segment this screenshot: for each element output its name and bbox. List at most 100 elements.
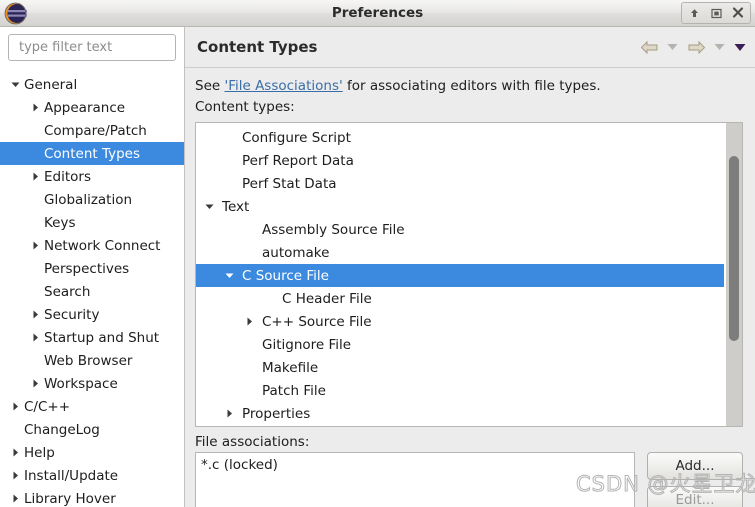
sidebar-item-install-update[interactable]: Install/Update	[0, 464, 184, 487]
content-type-label: Makefile	[262, 359, 319, 376]
sidebar-item-perspectives[interactable]: Perspectives	[0, 257, 184, 280]
content-types-label: Content types:	[195, 99, 295, 115]
table-row[interactable]: Perf Stat Data	[196, 172, 724, 195]
content-type-label: Perf Report Data	[242, 152, 354, 169]
sidebar-item-network-connect[interactable]: Network Connect	[0, 234, 184, 257]
back-arrow-icon[interactable]	[639, 37, 659, 57]
content-type-label: Properties	[242, 405, 311, 422]
sidebar-item-label: Globalization	[44, 191, 133, 208]
main-header: Content Types	[185, 27, 755, 68]
content-types-tree[interactable]: Configure Script Perf Report Data Perf Sta…	[196, 126, 724, 425]
tree-scrollbar-thumb[interactable]	[729, 156, 739, 341]
table-row[interactable]: Assembly Source File	[196, 218, 724, 241]
chevron-right-icon[interactable]	[28, 326, 42, 349]
window-controls	[681, 2, 751, 24]
table-row[interactable]: automake	[196, 241, 724, 264]
sidebar-item-web-browser[interactable]: Web Browser	[0, 349, 184, 372]
table-row[interactable]: Patch File	[196, 379, 724, 402]
chevron-right-icon[interactable]	[28, 372, 42, 395]
twisty-placeholder	[28, 119, 42, 142]
sidebar-item-library-hover[interactable]: Library Hover	[0, 487, 184, 507]
twisty-placeholder	[222, 149, 236, 172]
sidebar-item-label: Workspace	[44, 375, 118, 392]
sidebar-item-globalization[interactable]: Globalization	[0, 188, 184, 211]
sidebar-item-startup-and-shut[interactable]: Startup and Shut	[0, 326, 184, 349]
twisty-placeholder	[28, 142, 42, 165]
content-type-label: Configure Script	[242, 129, 351, 146]
chevron-down-icon[interactable]	[8, 73, 22, 96]
chevron-right-icon[interactable]	[242, 310, 256, 333]
twisty-placeholder	[222, 172, 236, 195]
sidebar-item-keys[interactable]: Keys	[0, 211, 184, 234]
list-item[interactable]: *.c (locked)	[196, 453, 634, 473]
filter-box[interactable]	[8, 34, 184, 61]
sidebar-item-help[interactable]: Help	[0, 441, 184, 464]
content-type-label: C Header File	[282, 290, 372, 307]
chevron-right-icon[interactable]	[8, 487, 22, 507]
preferences-sidebar: General Appearance Compare/Patch Content Ty…	[0, 27, 185, 507]
chevron-right-icon[interactable]	[28, 165, 42, 188]
file-associations-label: File associations:	[195, 434, 310, 450]
description-suffix: for associating editors with file types.	[342, 78, 601, 94]
sidebar-item-content-types[interactable]: Content Types	[0, 142, 184, 165]
search-input[interactable]	[17, 39, 184, 56]
sidebar-item-label: Web Browser	[44, 352, 133, 369]
table-row[interactable]: Configure Script	[196, 126, 724, 149]
chevron-right-icon[interactable]	[222, 402, 236, 425]
table-row[interactable]: Properties	[196, 402, 724, 425]
sidebar-item-appearance[interactable]: Appearance	[0, 96, 184, 119]
sidebar-item-label: Perspectives	[44, 260, 130, 277]
back-history-caret-icon[interactable]	[666, 37, 679, 57]
file-associations-list[interactable]: *.c (locked)	[195, 452, 635, 507]
twisty-placeholder	[8, 418, 22, 441]
close-button[interactable]	[727, 3, 749, 23]
forward-arrow-icon[interactable]	[686, 37, 706, 57]
main-panel: Content Types See 'File Associations' fo…	[185, 27, 755, 507]
view-menu-caret-icon[interactable]	[733, 37, 746, 57]
add-button[interactable]: Add...	[647, 452, 743, 480]
table-row[interactable]: Gitignore File	[196, 333, 724, 356]
sidebar-item-label: Startup and Shut	[44, 329, 160, 346]
table-row[interactable]: Makefile	[196, 356, 724, 379]
sidebar-item-label: Content Types	[44, 145, 141, 162]
sidebar-item-label: Network Connect	[44, 237, 161, 254]
content-type-label: Perf Stat Data	[242, 175, 337, 192]
chevron-down-icon[interactable]	[202, 195, 216, 218]
table-row[interactable]: C Header File	[196, 287, 724, 310]
preferences-window: Preferences type filter text General App…	[0, 0, 755, 507]
sidebar-item-compare-patch[interactable]: Compare/Patch	[0, 119, 184, 142]
sidebar-item-changelog[interactable]: ChangeLog	[0, 418, 184, 441]
chevron-down-icon[interactable]	[222, 264, 236, 287]
table-row[interactable]: Text	[196, 195, 724, 218]
sidebar-item-label: Editors	[44, 168, 91, 185]
file-associations-link[interactable]: 'File Associations'	[224, 78, 342, 94]
sidebar-item-label: Keys	[44, 214, 76, 231]
sidebar-item-editors[interactable]: Editors	[0, 165, 184, 188]
chevron-right-icon[interactable]	[28, 96, 42, 119]
sidebar-item-search[interactable]: Search	[0, 280, 184, 303]
shade-button[interactable]	[683, 3, 705, 23]
chevron-right-icon[interactable]	[28, 303, 42, 326]
chevron-right-icon[interactable]	[8, 395, 22, 418]
chevron-right-icon[interactable]	[28, 234, 42, 257]
table-row[interactable]: C++ Source File	[196, 310, 724, 333]
sidebar-item-c-c[interactable]: C/C++	[0, 395, 184, 418]
maximize-button[interactable]	[705, 3, 727, 23]
chevron-right-icon[interactable]	[8, 464, 22, 487]
edit-button[interactable]: Edit...	[647, 486, 743, 507]
page-title: Content Types	[197, 38, 318, 56]
sidebar-item-label: General	[24, 76, 78, 93]
forward-history-caret-icon[interactable]	[713, 37, 726, 57]
preferences-tree[interactable]: General Appearance Compare/Patch Content Ty…	[0, 71, 184, 507]
sidebar-item-security[interactable]: Security	[0, 303, 184, 326]
sidebar-item-label: ChangeLog	[24, 421, 100, 438]
twisty-placeholder	[28, 188, 42, 211]
content-type-label: Gitignore File	[262, 336, 352, 353]
table-row[interactable]: C Source File	[196, 264, 724, 287]
filter-field-wrapper	[8, 34, 184, 61]
sidebar-item-workspace[interactable]: Workspace	[0, 372, 184, 395]
tree-vertical-scrollbar[interactable]	[725, 123, 742, 426]
chevron-right-icon[interactable]	[8, 441, 22, 464]
table-row[interactable]: Perf Report Data	[196, 149, 724, 172]
sidebar-item-general[interactable]: General	[0, 73, 184, 96]
